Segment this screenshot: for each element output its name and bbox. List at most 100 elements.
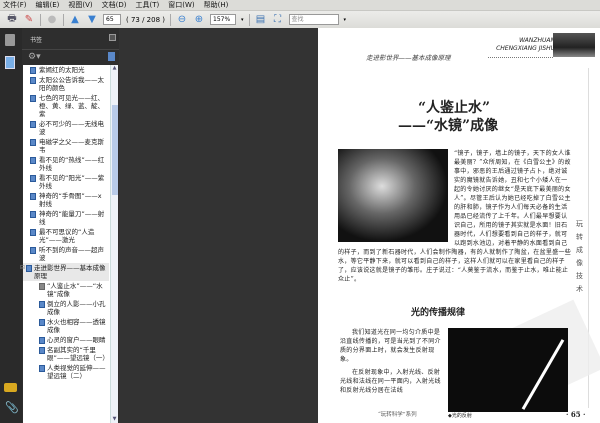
next-page-icon[interactable]: ▼ <box>86 14 98 26</box>
divider <box>63 13 64 26</box>
bookmark-icon <box>30 95 36 102</box>
footer-series: “玩转科学”系列 <box>378 412 417 418</box>
bookmark-item[interactable]: 看不见的“阳光”——紫外线 <box>23 173 109 191</box>
document-page: WANZHUAN CHENGXIANG JISHU 走进影世界——基本成像原理 … <box>318 28 600 423</box>
bookmark-icon <box>26 265 32 272</box>
scrollbar[interactable]: ▲ ▼ <box>110 65 118 423</box>
bookmark-icon <box>39 319 45 326</box>
bookmark-label: 神奇的“手骨图”——x射线 <box>39 192 102 208</box>
panel-menu-button[interactable] <box>109 34 116 41</box>
menu-document[interactable]: 文档(D) <box>102 0 127 10</box>
header-dotted-line <box>488 57 553 58</box>
bookmark-label: 水火也相容——透镜成像 <box>47 318 106 334</box>
intro-block: “镜子，镜子，墙上的镜子，天下的女人谁最美丽？”众所周知，在《白雪公主》的故事中… <box>338 149 573 284</box>
print-icon[interactable]: 🖶 <box>6 13 18 26</box>
bookmark-icon <box>30 229 36 236</box>
article-title-1: “人鉴止水” <box>418 100 491 116</box>
header-en-1: WANZHUAN <box>519 37 555 44</box>
bookmark-item[interactable]: 必不可少的——无线电波 <box>23 119 109 137</box>
edit-icon[interactable]: ✎ <box>23 14 35 26</box>
navigation-strip: 📎 <box>0 28 22 423</box>
page-number-input[interactable]: 65 <box>103 14 121 25</box>
bookmark-label: 听不到的声音——超声波 <box>39 246 104 262</box>
bookmark-icon <box>39 365 45 372</box>
zoom-input[interactable]: 157% <box>210 14 236 25</box>
bookmark-icon <box>39 283 45 290</box>
bookmark-label: 人类视觉的延伸——望远镜（二） <box>47 364 106 380</box>
bookmark-item[interactable]: 七色的可见光——红、橙、黄、绿、蓝、靛、紫 <box>23 93 109 119</box>
bookmark-label: 七色的可见光——红、橙、黄、绿、蓝、靛、紫 <box>39 94 104 118</box>
bookmark-icon <box>30 121 36 128</box>
pages-icon[interactable] <box>5 34 15 46</box>
bookmark-item[interactable]: 电磁学之父——麦克斯韦 <box>23 137 109 155</box>
page-number: · 65 · <box>566 410 586 419</box>
bookmark-item[interactable]: 听不到的声音——超声波 <box>23 245 109 263</box>
bookmark-label: 紫嫣红的太阳光 <box>39 66 85 74</box>
bookmark-item[interactable]: 神奇的“能量刀”——射线 <box>23 209 109 227</box>
bookmark-label: 最不可思议的“人造光”——激光 <box>39 228 95 244</box>
collapse-icon[interactable]: ⊟ <box>20 264 25 271</box>
menu-help[interactable]: 帮助(H) <box>204 0 229 10</box>
bookmark-icon <box>30 67 36 74</box>
scroll-up-icon[interactable]: ▲ <box>111 65 118 72</box>
fit-width-icon[interactable]: ⛶ <box>272 14 284 26</box>
menu-bar: 文件(F) 编辑(E) 视图(V) 文档(D) 工具(T) 窗口(W) 帮助(H… <box>0 0 600 10</box>
side-vertical-text: 玩转成像技术 <box>576 220 583 293</box>
hand-tool-icon[interactable]: ● <box>46 14 58 26</box>
bookmark-item[interactable]: 紫嫣红的太阳光 <box>23 65 109 75</box>
bookmark-icon <box>30 139 36 146</box>
bookmark-item[interactable]: 名副其实的“千里眼”——望远镜（一） <box>23 345 109 363</box>
bookmark-item[interactable]: ⊟ 走进影世界——基本成像原理 <box>20 263 109 281</box>
menu-file[interactable]: 文件(F) <box>3 0 27 10</box>
fit-page-icon[interactable]: ▤ <box>255 14 267 26</box>
photo-caption: ◆光的反射 <box>448 413 472 419</box>
search-input[interactable]: 查找 <box>288 14 339 25</box>
menu-view[interactable]: 视图(V) <box>68 0 92 10</box>
header-photo <box>553 33 595 57</box>
new-bookmark-icon[interactable] <box>108 52 115 61</box>
scrollbar-thumb[interactable] <box>112 105 118 195</box>
bookmark-item[interactable]: 看不见的“热线”——红外线 <box>23 155 109 173</box>
bookmark-icon <box>39 337 45 344</box>
bookmark-icon <box>39 347 45 354</box>
bookmark-icon <box>39 301 45 308</box>
bookmarks-icon[interactable] <box>5 56 15 69</box>
comments-icon[interactable] <box>4 383 17 392</box>
section-paragraph-2: 在反射现象中，入射光线、反射光线和法线在同一平面内，入射光线和反射光线分居在法线 <box>340 369 441 394</box>
divider <box>170 13 171 26</box>
divider <box>248 13 250 26</box>
options-gear-icon[interactable]: ⚙▾ <box>28 52 41 62</box>
bookmark-item[interactable]: 太阳公公告诉我——太阳的颜色 <box>23 75 109 93</box>
zoom-in-icon[interactable]: ⊕ <box>193 14 205 26</box>
search-dropdown-icon[interactable]: ▾ <box>344 17 347 23</box>
zoom-out-icon[interactable]: ⊖ <box>176 14 188 26</box>
bookmark-icon <box>30 193 36 200</box>
menu-edit[interactable]: 编辑(E) <box>36 0 60 10</box>
section-paragraph-1: 我们知道光在同一均匀介质中是沿直线传播的，可是当光到了不同介质的分界面上时，就会… <box>340 329 441 363</box>
menu-tools[interactable]: 工具(T) <box>136 0 160 10</box>
menu-window[interactable]: 窗口(W) <box>168 0 194 10</box>
header-text: 走进影世界——基本成像原理 <box>366 54 451 62</box>
panel-header: 书签 <box>22 28 119 50</box>
bookmark-item[interactable]: 倒立的人影——小孔成像 <box>23 299 109 317</box>
bookmark-item[interactable]: 人类视觉的延伸——望远镜（二） <box>23 363 109 381</box>
toolbar: 🖶 ✎ ● ▲ ▼ 65 ( 73 / 208 ) ⊖ ⊕ 157% ▾ ▤ ⛶… <box>0 10 600 28</box>
bookmark-label: 看不见的“热线”——红外线 <box>39 156 105 172</box>
reflection-photo <box>448 328 568 412</box>
bookmark-label: “人鉴止水”——“水镜”成像 <box>47 282 103 298</box>
chevron-down-icon[interactable]: ▾ <box>241 17 244 23</box>
scroll-down-icon[interactable]: ▼ <box>111 416 118 423</box>
panel-toolbar: ⚙▾ <box>22 50 119 65</box>
attachment-icon[interactable]: 📎 <box>5 402 19 414</box>
bookmark-item[interactable]: “人鉴止水”——“水镜”成像 <box>23 281 109 299</box>
bookmark-label: 走进影世界——基本成像原理 <box>34 264 106 280</box>
bookmark-item[interactable]: 水火也相容——透镜成像 <box>23 317 109 335</box>
bookmark-label: 倒立的人影——小孔成像 <box>47 300 106 316</box>
bookmark-icon <box>30 211 36 218</box>
bookmark-item[interactable]: 心灵的窗户——眼睛 <box>23 335 109 345</box>
bookmark-item[interactable]: 最不可思议的“人造光”——激光 <box>23 227 109 245</box>
previous-page-icon[interactable]: ▲ <box>69 14 81 26</box>
bookmark-icon <box>30 247 36 254</box>
bookmark-item[interactable]: 神奇的“手骨图”——x射线 <box>23 191 109 209</box>
bookmark-label: 太阳公公告诉我——太阳的颜色 <box>39 76 104 92</box>
